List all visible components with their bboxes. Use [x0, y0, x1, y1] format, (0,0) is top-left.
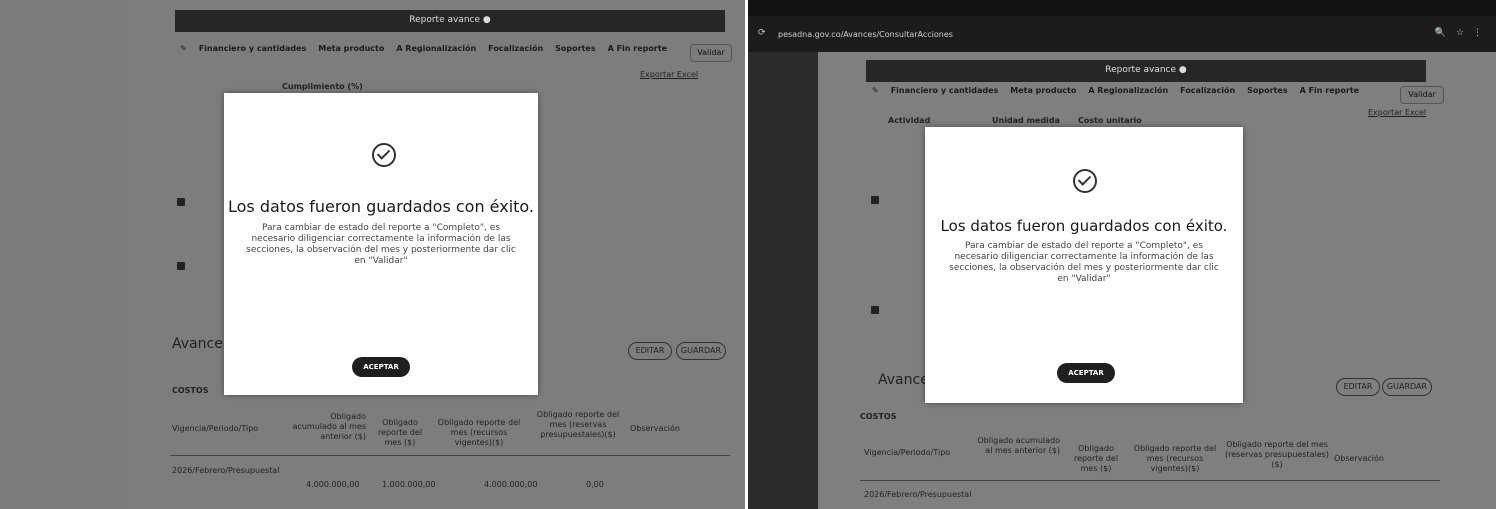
th-reservas: Obligado reporte del mes (reservas presu… [536, 410, 620, 439]
row-toggle-icon[interactable] [871, 306, 879, 314]
left-screenshot: Reporte avance ● ✎ Financiero y cantidad… [0, 0, 745, 509]
tab-meta-producto[interactable]: Meta producto [1010, 86, 1076, 95]
report-title: Reporte avance [409, 15, 481, 25]
tab-fin-reporte[interactable]: A Fin reporte [608, 44, 667, 53]
tab-focalizacion[interactable]: Focalización [1180, 86, 1235, 95]
row-toggle-icon[interactable] [177, 198, 185, 206]
check-circle-icon [372, 143, 396, 167]
th-acumulado: Obligado acumulado al mes anterior ($) [977, 436, 1060, 455]
column-header: Cumplimiento (%) [282, 82, 363, 91]
tab-focalizacion[interactable]: Focalización [488, 44, 543, 53]
tab-meta-producto[interactable]: Meta producto [318, 44, 384, 53]
cell-vigencia: 2026/Febrero/Presupuestal [172, 466, 280, 475]
modal-title: Los datos fueron guardados con éxito. [940, 217, 1228, 235]
th-costo: Costo unitario [1078, 116, 1142, 125]
th-reporte-mes: Obligado reporte del mes ($) [1073, 444, 1119, 473]
tab-regionalizacion[interactable]: A Regionalización [1088, 86, 1168, 95]
browser-toolbar: pesadna.gov.co/Avances/ConsultarAcciones… [748, 16, 1496, 52]
section-title: Avance [172, 336, 223, 352]
th-observacion: Observación [630, 424, 680, 433]
table-divider [860, 480, 1440, 481]
save-button[interactable]: GUARDAR [1382, 378, 1432, 396]
edit-button[interactable]: EDITAR [1336, 378, 1380, 396]
tab-bar: ✎ Financiero y cantidades Meta producto … [180, 44, 667, 53]
report-title: Reporte avance [1105, 65, 1177, 75]
cell-reservas: 0,00 [586, 480, 604, 489]
tab-financiero[interactable]: Financiero y cantidades [199, 44, 307, 53]
th-vigencia: Vigencia/Periodo/Tipo [172, 424, 259, 433]
row-toggle-icon[interactable] [871, 196, 879, 204]
th-recursos-vigentes: Obligado reporte del mes (recursos vigen… [437, 418, 521, 447]
accept-button[interactable]: ACEPTAR [352, 357, 410, 377]
tab-regionalizacion[interactable]: A Regionalización [396, 44, 476, 53]
star-icon[interactable]: ☆ [1456, 28, 1464, 38]
cell-reporte: 1.000.000,00 [382, 480, 436, 489]
modal-title: Los datos fueron guardados con éxito. [227, 197, 535, 216]
address-bar[interactable]: pesadna.gov.co/Avances/ConsultarAcciones [778, 30, 953, 39]
tab-financiero[interactable]: Financiero y cantidades [891, 86, 999, 95]
th-acumulado: Obligado acumulado al mes anterior ($) [292, 412, 366, 441]
tab-fin-reporte[interactable]: A Fin reporte [1300, 86, 1359, 95]
table-divider [170, 455, 730, 456]
th-observacion: Observación [1334, 454, 1384, 463]
zoom-icon[interactable]: 🔍 [1435, 28, 1446, 38]
tab-soportes[interactable]: Soportes [555, 44, 595, 53]
modal-message: Para cambiar de estado del reporte a "Co… [246, 223, 516, 266]
costs-label: COSTOS [860, 412, 897, 421]
cell-vigentes: 4.000.000,00 [484, 480, 538, 489]
export-excel-link[interactable]: Exportar Excel [640, 70, 698, 79]
th-actividad: Actividad [888, 116, 931, 125]
edit-button[interactable]: EDITAR [628, 342, 672, 360]
row-toggle-icon[interactable] [177, 262, 185, 270]
reload-icon[interactable]: ⟳ [758, 28, 766, 38]
left-margin [0, 0, 130, 509]
th-reporte-mes: Obligado reporte del mes ($) [377, 418, 423, 447]
validate-button[interactable]: Validar [690, 44, 732, 62]
report-title-bar: Reporte avance ● [866, 60, 1426, 82]
th-vigencia: Vigencia/Periodo/Tipo [864, 448, 951, 457]
costs-label: COSTOS [172, 386, 209, 395]
pencil-icon: ✎ [872, 86, 879, 95]
th-reservas: Obligado reporte del mes (reservas presu… [1225, 440, 1329, 469]
check-circle-icon [1073, 169, 1097, 193]
right-screenshot: pesadna.gov.co/Avances/ConsultarAcciones… [748, 0, 1496, 509]
tab-bar: ✎ Financiero y cantidades Meta producto … [872, 86, 1359, 95]
section-title: Avance [878, 372, 929, 388]
report-title-bar: Reporte avance ● [175, 10, 725, 32]
modal-message: Para cambiar de estado del reporte a "Co… [949, 241, 1219, 284]
cell-vigencia: 2026/Febrero/Presupuestal [864, 490, 972, 499]
th-recursos-vigentes: Obligado reporte del mes (recursos vigen… [1133, 444, 1217, 473]
accept-button[interactable]: ACEPTAR [1057, 363, 1115, 383]
success-modal: Los datos fueron guardados con éxito. Pa… [224, 93, 538, 395]
tab-soportes[interactable]: Soportes [1247, 86, 1287, 95]
save-button[interactable]: GUARDAR [676, 342, 726, 360]
browser-tabstrip [748, 0, 1496, 16]
help-icon: ● [1178, 65, 1187, 75]
pencil-icon: ✎ [180, 44, 187, 53]
validate-button[interactable]: Validar [1400, 86, 1444, 104]
help-icon: ● [482, 15, 491, 25]
cell-acumulado: 4.000.000,00 [306, 480, 360, 489]
success-modal: Los datos fueron guardados con éxito. Pa… [925, 127, 1243, 403]
export-excel-link[interactable]: Exportar Excel [1368, 108, 1426, 117]
menu-icon[interactable]: ⋮ [1473, 28, 1482, 38]
th-unidad: Unidad medida [992, 116, 1060, 125]
